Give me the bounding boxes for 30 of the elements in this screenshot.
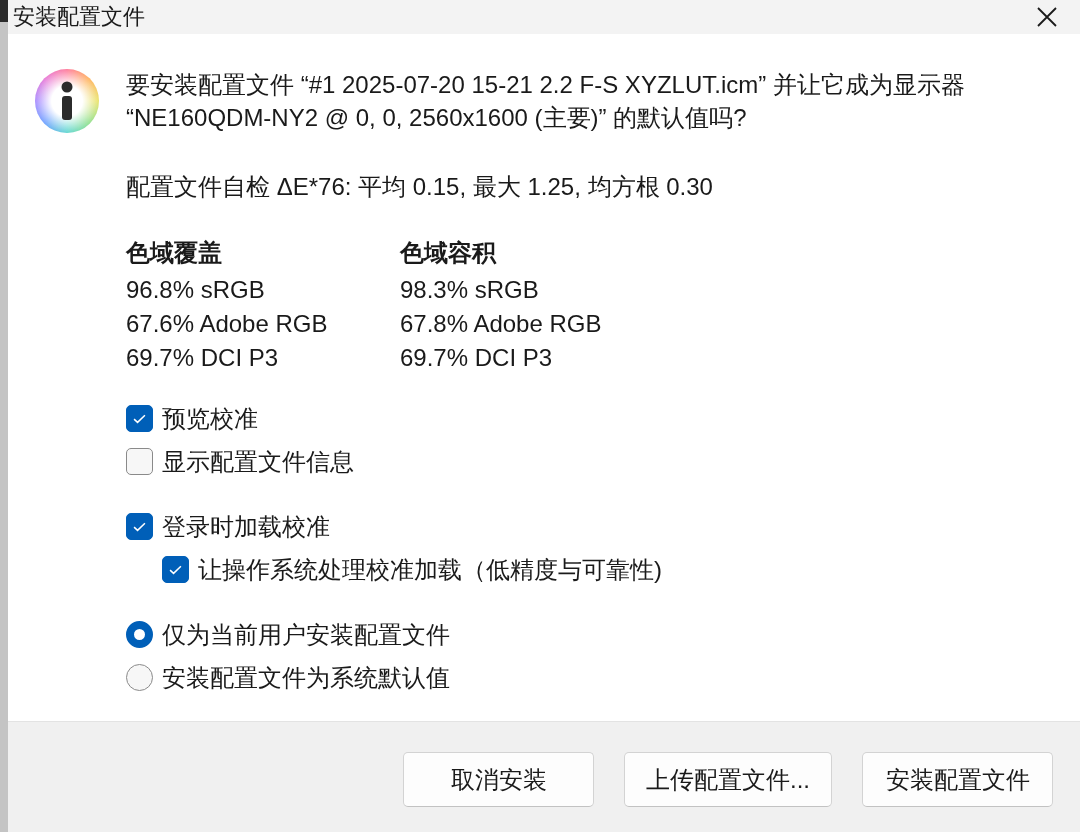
close-icon	[1037, 7, 1057, 27]
checkbox[interactable]	[126, 448, 153, 475]
radio-button[interactable]	[126, 664, 153, 691]
cancel-button[interactable]: 取消安装	[403, 752, 594, 807]
checkbox-label[interactable]: 登录时加载校准	[162, 510, 330, 543]
check-icon	[169, 564, 182, 575]
radio-button[interactable]	[126, 621, 153, 648]
checkbox-label[interactable]: 预览校准	[162, 402, 258, 435]
upload-button[interactable]: 上传配置文件...	[624, 752, 832, 807]
window-title: 安装配置文件	[13, 3, 145, 31]
gamut-value: 69.7% DCI P3	[126, 343, 280, 373]
gamut-value: 96.8% sRGB	[126, 275, 266, 305]
checkbox-label[interactable]: 显示配置文件信息	[162, 445, 354, 478]
checkbox[interactable]	[162, 556, 189, 583]
checkbox[interactable]	[126, 405, 153, 432]
message-text: 要安装配置文件 “#1 2025-07-20 15-21 2.2 F-S XYZLUT.icm” 并让它成为显示器 “NE160QDM-NY2 @ 0, 0, 2560x1600 (主要)” 的默认值吗?	[126, 70, 966, 133]
gamut-value: 69.7% DCI P3	[400, 343, 554, 373]
radio-label[interactable]: 仅为当前用户安装配置文件	[162, 618, 450, 651]
check-icon	[133, 521, 146, 532]
radio-label[interactable]: 安装配置文件为系统默认值	[162, 661, 450, 694]
self-check-text: 配置文件自检 ΔE*76: 平均 0.15, 最大 1.25, 均方根 0.30	[126, 172, 714, 202]
install-button[interactable]: 安装配置文件	[862, 752, 1053, 807]
gamut-value: 67.6% Adobe RGB	[126, 309, 329, 339]
checkbox[interactable]	[126, 513, 153, 540]
checkbox-label[interactable]: 让操作系统处理校准加载（低精度与可靠性)	[198, 553, 662, 586]
gamut-heading: 色域容积	[400, 238, 498, 268]
gamut-value: 98.3% sRGB	[400, 275, 540, 305]
check-icon	[133, 413, 146, 424]
gamut-value: 67.8% Adobe RGB	[400, 309, 603, 339]
gamut-heading: 色域覆盖	[126, 238, 223, 268]
